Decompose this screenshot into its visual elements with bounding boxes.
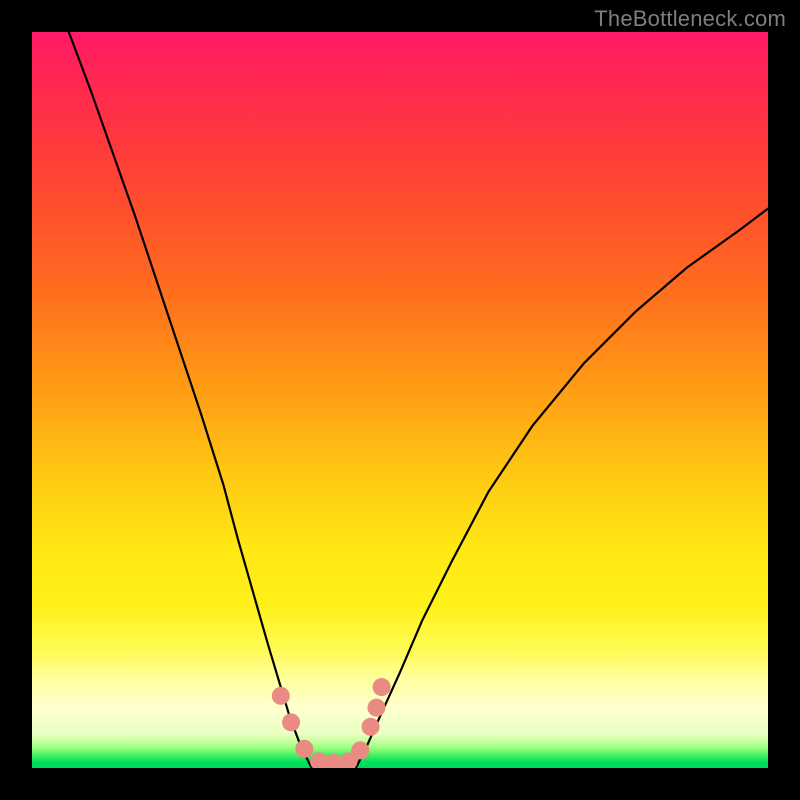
marker-valley-markers [362,718,380,736]
plot-area [32,32,768,768]
watermark-label: TheBottleneck.com [594,6,786,32]
marker-valley-markers [351,741,369,759]
marker-valley-markers [373,678,391,696]
series-right-branch [356,209,768,768]
series-left-branch [69,32,312,768]
marker-valley-markers [272,687,290,705]
marker-valley-markers [282,713,300,731]
marker-valley-markers [295,740,313,758]
marker-valley-markers [367,699,385,717]
series-layer [69,32,768,768]
chart-stage: TheBottleneck.com [0,0,800,800]
chart-svg [32,32,768,768]
